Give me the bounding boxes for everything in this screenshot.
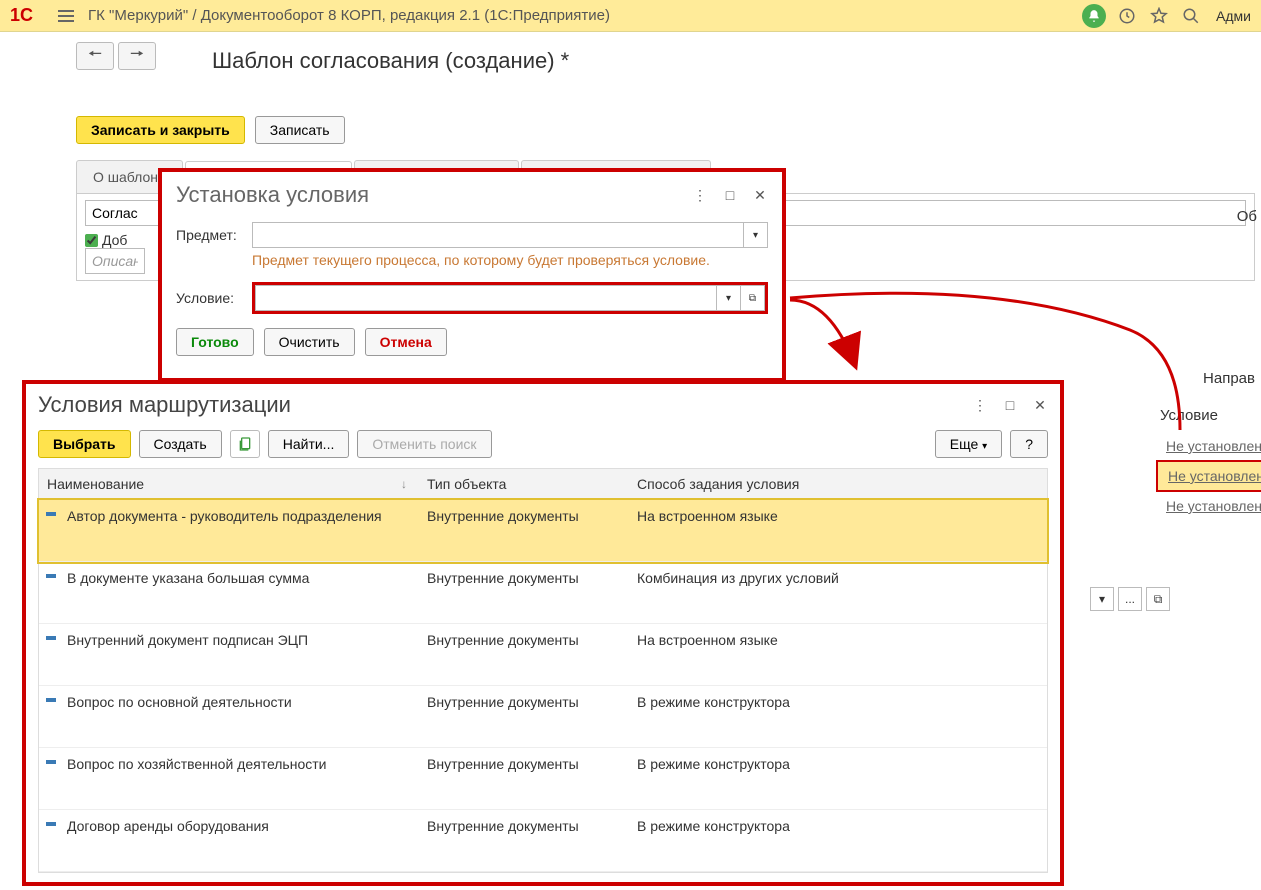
col-method-header[interactable]: Способ задания условия bbox=[629, 476, 1047, 492]
search-icon[interactable] bbox=[1180, 5, 1202, 27]
row-name: Автор документа - руководитель подраздел… bbox=[63, 508, 419, 553]
user-label[interactable]: Адми bbox=[1216, 8, 1251, 24]
subject-label: Предмет: bbox=[176, 227, 246, 243]
row-icon bbox=[39, 570, 63, 615]
row-type: Внутренние документы bbox=[419, 756, 629, 801]
subject-dropdown-icon[interactable]: ▾ bbox=[744, 222, 768, 248]
subject-input[interactable] bbox=[252, 222, 744, 248]
row-method: На встроенном языке bbox=[629, 508, 1047, 553]
list-row[interactable]: Вопрос по основной деятельности Внутренн… bbox=[39, 686, 1047, 748]
dialog1-maximize-icon[interactable]: □ bbox=[722, 187, 738, 203]
row-method: В режиме конструктора bbox=[629, 818, 1047, 863]
row-icon bbox=[39, 694, 63, 739]
row-method: В режиме конструктора bbox=[629, 756, 1047, 801]
condition-expand-icon[interactable]: ⧉ bbox=[741, 285, 765, 311]
app-logo: 1С bbox=[10, 5, 50, 26]
list-body: Автор документа - руководитель подраздел… bbox=[38, 500, 1048, 873]
copy-icon[interactable] bbox=[230, 430, 260, 458]
clear-button[interactable]: Очистить bbox=[264, 328, 355, 356]
add-checkbox-label: Доб bbox=[102, 232, 127, 248]
routing-conditions-dialog: Условия маршрутизации ⋮ □ ✕ Выбрать Созд… bbox=[22, 380, 1064, 886]
help-button[interactable]: ? bbox=[1010, 430, 1048, 458]
condition-setup-dialog: Установка условия ⋮ □ ✕ Предмет: ▾ Предм… bbox=[158, 168, 786, 382]
cancel-button[interactable]: Отмена bbox=[365, 328, 447, 356]
cancel-search-button[interactable]: Отменить поиск bbox=[357, 430, 491, 458]
dialog1-more-icon[interactable]: ⋮ bbox=[692, 187, 708, 203]
dialog1-close-icon[interactable]: ✕ bbox=[752, 187, 768, 203]
desc-input[interactable] bbox=[85, 248, 145, 274]
nav-back-button[interactable]: 🠔 bbox=[76, 42, 114, 70]
ob-label: Об bbox=[1237, 208, 1257, 225]
row-name: Договор аренды оборудования bbox=[63, 818, 419, 863]
dialog2-close-icon[interactable]: ✕ bbox=[1032, 397, 1048, 413]
row-method: В режиме конструктора bbox=[629, 694, 1047, 739]
condition-link-0[interactable]: Не установлено bbox=[1156, 432, 1261, 460]
col-type-header[interactable]: Тип объекта bbox=[419, 476, 629, 492]
row-icon bbox=[39, 818, 63, 863]
dots-button[interactable]: ... bbox=[1118, 587, 1142, 611]
list-row[interactable]: Внутренний документ подписан ЭЦП Внутрен… bbox=[39, 624, 1047, 686]
bell-icon[interactable] bbox=[1082, 4, 1106, 28]
find-button[interactable]: Найти... bbox=[268, 430, 350, 458]
app-title: ГК "Меркурий" / Документооборот 8 КОРП, … bbox=[82, 7, 1082, 24]
row-name: Вопрос по основной деятельности bbox=[63, 694, 419, 739]
list-row[interactable]: Вопрос по хозяйственной деятельности Вну… bbox=[39, 748, 1047, 810]
top-bar: 1С ГК "Меркурий" / Документооборот 8 КОР… bbox=[0, 0, 1261, 32]
save-button[interactable]: Записать bbox=[255, 116, 345, 144]
star-icon[interactable] bbox=[1148, 5, 1170, 27]
select-button[interactable]: Выбрать bbox=[38, 430, 131, 458]
history-icon[interactable] bbox=[1116, 5, 1138, 27]
page-title: Шаблон согласования (создание) * bbox=[212, 48, 569, 74]
row-icon bbox=[39, 756, 63, 801]
row-type: Внутренние документы bbox=[419, 632, 629, 677]
dialog1-title: Установка условия bbox=[176, 182, 692, 208]
row-method: На встроенном языке bbox=[629, 632, 1047, 677]
sort-down-icon: ↓ bbox=[401, 477, 407, 491]
menu-icon[interactable] bbox=[58, 7, 74, 25]
dialog2-title: Условия маршрутизации bbox=[38, 392, 972, 418]
row-method: Комбинация из других условий bbox=[629, 570, 1047, 615]
row-type: Внутренние документы bbox=[419, 694, 629, 739]
dropdown-icon[interactable]: ▾ bbox=[1090, 587, 1114, 611]
dialog2-maximize-icon[interactable]: □ bbox=[1002, 397, 1018, 413]
napr-label: Направ bbox=[1203, 370, 1255, 387]
condition-link-2[interactable]: Не установлено bbox=[1156, 492, 1261, 520]
row-icon bbox=[39, 508, 63, 553]
cond-column-header: Условие bbox=[1160, 407, 1218, 424]
condition-link-1[interactable]: Не установлено bbox=[1156, 460, 1261, 492]
more-button[interactable]: Еще ▾ bbox=[935, 430, 1002, 458]
condition-dropdown-icon[interactable]: ▾ bbox=[717, 285, 741, 311]
row-name: В документе указана большая сумма bbox=[63, 570, 419, 615]
condition-input[interactable] bbox=[255, 285, 717, 311]
expand-icon[interactable]: ⧉ bbox=[1146, 587, 1170, 611]
done-button[interactable]: Готово bbox=[176, 328, 254, 356]
subject-helper-text: Предмет текущего процесса, по которому б… bbox=[252, 252, 768, 268]
create-button[interactable]: Создать bbox=[139, 430, 222, 458]
row-name: Вопрос по хозяйственной деятельности bbox=[63, 756, 419, 801]
row-icon bbox=[39, 632, 63, 677]
list-row[interactable]: Договор аренды оборудования Внутренние д… bbox=[39, 810, 1047, 872]
list-row[interactable]: Автор документа - руководитель подраздел… bbox=[39, 500, 1047, 562]
dialog2-more-icon[interactable]: ⋮ bbox=[972, 397, 988, 413]
condition-label: Условие: bbox=[176, 290, 246, 306]
save-close-button[interactable]: Записать и закрыть bbox=[76, 116, 245, 144]
row-type: Внутренние документы bbox=[419, 818, 629, 863]
row-type: Внутренние документы bbox=[419, 508, 629, 553]
list-header: Наименование ↓ Тип объекта Способ задани… bbox=[38, 468, 1048, 500]
nav-forward-button[interactable]: 🠖 bbox=[118, 42, 156, 70]
row-name: Внутренний документ подписан ЭЦП bbox=[63, 632, 419, 677]
add-checkbox[interactable] bbox=[85, 234, 98, 247]
row-type: Внутренние документы bbox=[419, 570, 629, 615]
list-row[interactable]: В документе указана большая сумма Внутре… bbox=[39, 562, 1047, 624]
col-name-header[interactable]: Наименование ↓ bbox=[39, 476, 419, 492]
